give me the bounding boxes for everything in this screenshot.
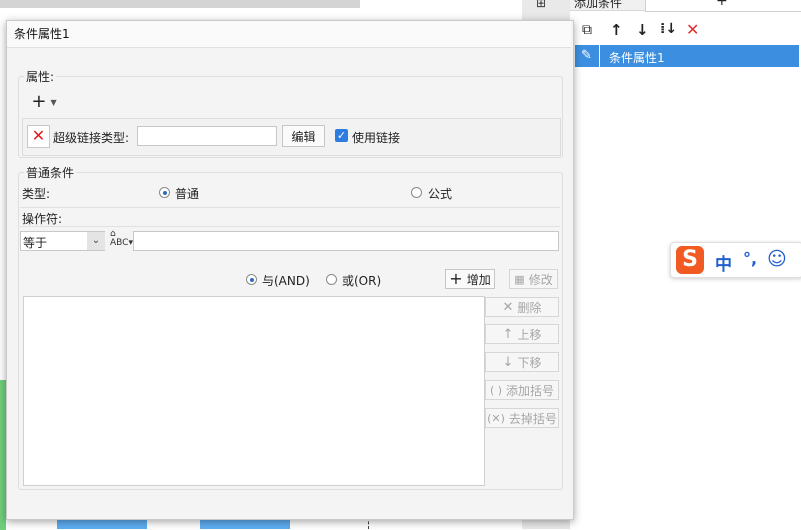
condition-list-item[interactable]: ✎ 条件属性1 xyxy=(575,45,799,67)
grid-icon[interactable]: ⊞ xyxy=(536,0,546,10)
plus-icon: + xyxy=(716,0,728,9)
condition-expression-list[interactable] xyxy=(23,296,485,486)
arrow-down-icon: ↓ xyxy=(502,354,514,370)
modify-condition-button[interactable]: ▦ 修改 xyxy=(509,269,558,289)
attribute-section-label: 属性: xyxy=(24,68,57,85)
add-attribute-button[interactable]: + ▼ xyxy=(29,92,59,112)
background-toolbar xyxy=(0,0,360,8)
delete-condition-button[interactable]: ✕ 删除 xyxy=(485,297,559,317)
modify-condition-label: 修改 xyxy=(528,272,553,287)
arrow-up-icon: ↑ xyxy=(502,326,514,342)
edit-button[interactable]: 编辑 xyxy=(282,125,325,147)
type-label: 类型: xyxy=(22,187,51,201)
delete-icon[interactable]: ✕ xyxy=(686,20,699,39)
dialog-title: 条件属性1 xyxy=(14,27,70,41)
and-radio[interactable] xyxy=(246,274,257,285)
chevron-down-icon: ▼ xyxy=(50,97,57,107)
operator-select-value: 等于 xyxy=(23,236,48,250)
use-link-checkbox[interactable]: ✓ xyxy=(335,129,348,142)
condition-list-item-label: 条件属性1 xyxy=(609,51,665,65)
arrow-down-icon[interactable]: ↓ xyxy=(636,21,649,39)
move-down-label: 下移 xyxy=(517,355,542,370)
close-icon: ✕ xyxy=(502,299,514,315)
type-normal-radio[interactable] xyxy=(159,187,170,198)
dialog-title-bar xyxy=(7,21,571,48)
bracket-icon: ( ) xyxy=(489,383,503,397)
chevron-down-icon: ⌄ xyxy=(87,232,105,250)
value-input[interactable] xyxy=(133,231,559,251)
operator-select[interactable]: 等于 ⌄ xyxy=(20,231,105,251)
hyperlink-type-field[interactable] xyxy=(137,126,277,146)
right-panel-toolbar: ⧉ ↑ ↓ ⁞↓ ✕ xyxy=(570,20,801,42)
ime-logo-icon: S xyxy=(676,246,704,274)
ime-punctuation[interactable]: °, xyxy=(743,249,757,268)
move-up-button[interactable]: ↑ 上移 xyxy=(485,324,559,344)
move-bottom-icon[interactable]: ⁞↓ xyxy=(660,21,677,37)
move-down-button[interactable]: ↓ 下移 xyxy=(485,352,559,372)
right-panel-add-tab[interactable]: + xyxy=(645,0,801,12)
pencil-icon: ✎ xyxy=(581,48,592,63)
type-normal-label: 普通 xyxy=(175,187,200,201)
and-label: 与(AND) xyxy=(262,274,310,288)
list-divider xyxy=(599,45,600,67)
condition-list xyxy=(575,44,799,529)
add-condition-button[interactable]: + 增加 xyxy=(445,269,495,289)
type-formula-radio[interactable] xyxy=(411,187,422,198)
operator-label: 操作符: xyxy=(22,212,63,226)
ime-emoji-icon[interactable]: ☺ xyxy=(767,248,787,270)
normal-section-label: 普通条件 xyxy=(24,164,77,181)
add-bracket-button[interactable]: ( ) 添加括号 xyxy=(485,380,559,400)
divider xyxy=(20,226,560,227)
plus-icon: + xyxy=(31,91,47,112)
move-up-label: 上移 xyxy=(517,327,542,342)
right-panel-title: 添加条件 xyxy=(574,0,623,10)
remove-attribute-icon[interactable]: ✕ xyxy=(27,125,50,148)
delete-condition-label: 删除 xyxy=(517,300,542,315)
or-label: 或(OR) xyxy=(342,274,382,288)
add-bracket-label: 添加括号 xyxy=(506,383,555,398)
use-link-label: 使用链接 xyxy=(352,131,401,145)
add-condition-label: 增加 xyxy=(466,272,491,287)
remove-bracket-button[interactable]: (✕) 去掉括号 xyxy=(485,408,559,428)
remove-bracket-label: 去掉括号 xyxy=(508,411,557,426)
value-type-icon[interactable]: ⌂ ABC▾ xyxy=(110,230,133,248)
remove-bracket-icon: (✕) xyxy=(487,411,505,425)
ime-toolbar[interactable]: S 中 °, ☺ xyxy=(670,242,801,278)
plus-icon: + xyxy=(449,269,463,288)
hyperlink-type-label: 超级链接类型: xyxy=(53,131,130,145)
divider xyxy=(20,207,560,208)
type-formula-label: 公式 xyxy=(428,187,453,201)
copy-icon[interactable]: ⧉ xyxy=(582,22,592,38)
arrow-up-icon[interactable]: ↑ xyxy=(610,21,623,39)
modify-icon: ▦ xyxy=(514,272,525,286)
ime-mode[interactable]: 中 xyxy=(715,250,732,275)
or-radio[interactable] xyxy=(326,274,337,285)
